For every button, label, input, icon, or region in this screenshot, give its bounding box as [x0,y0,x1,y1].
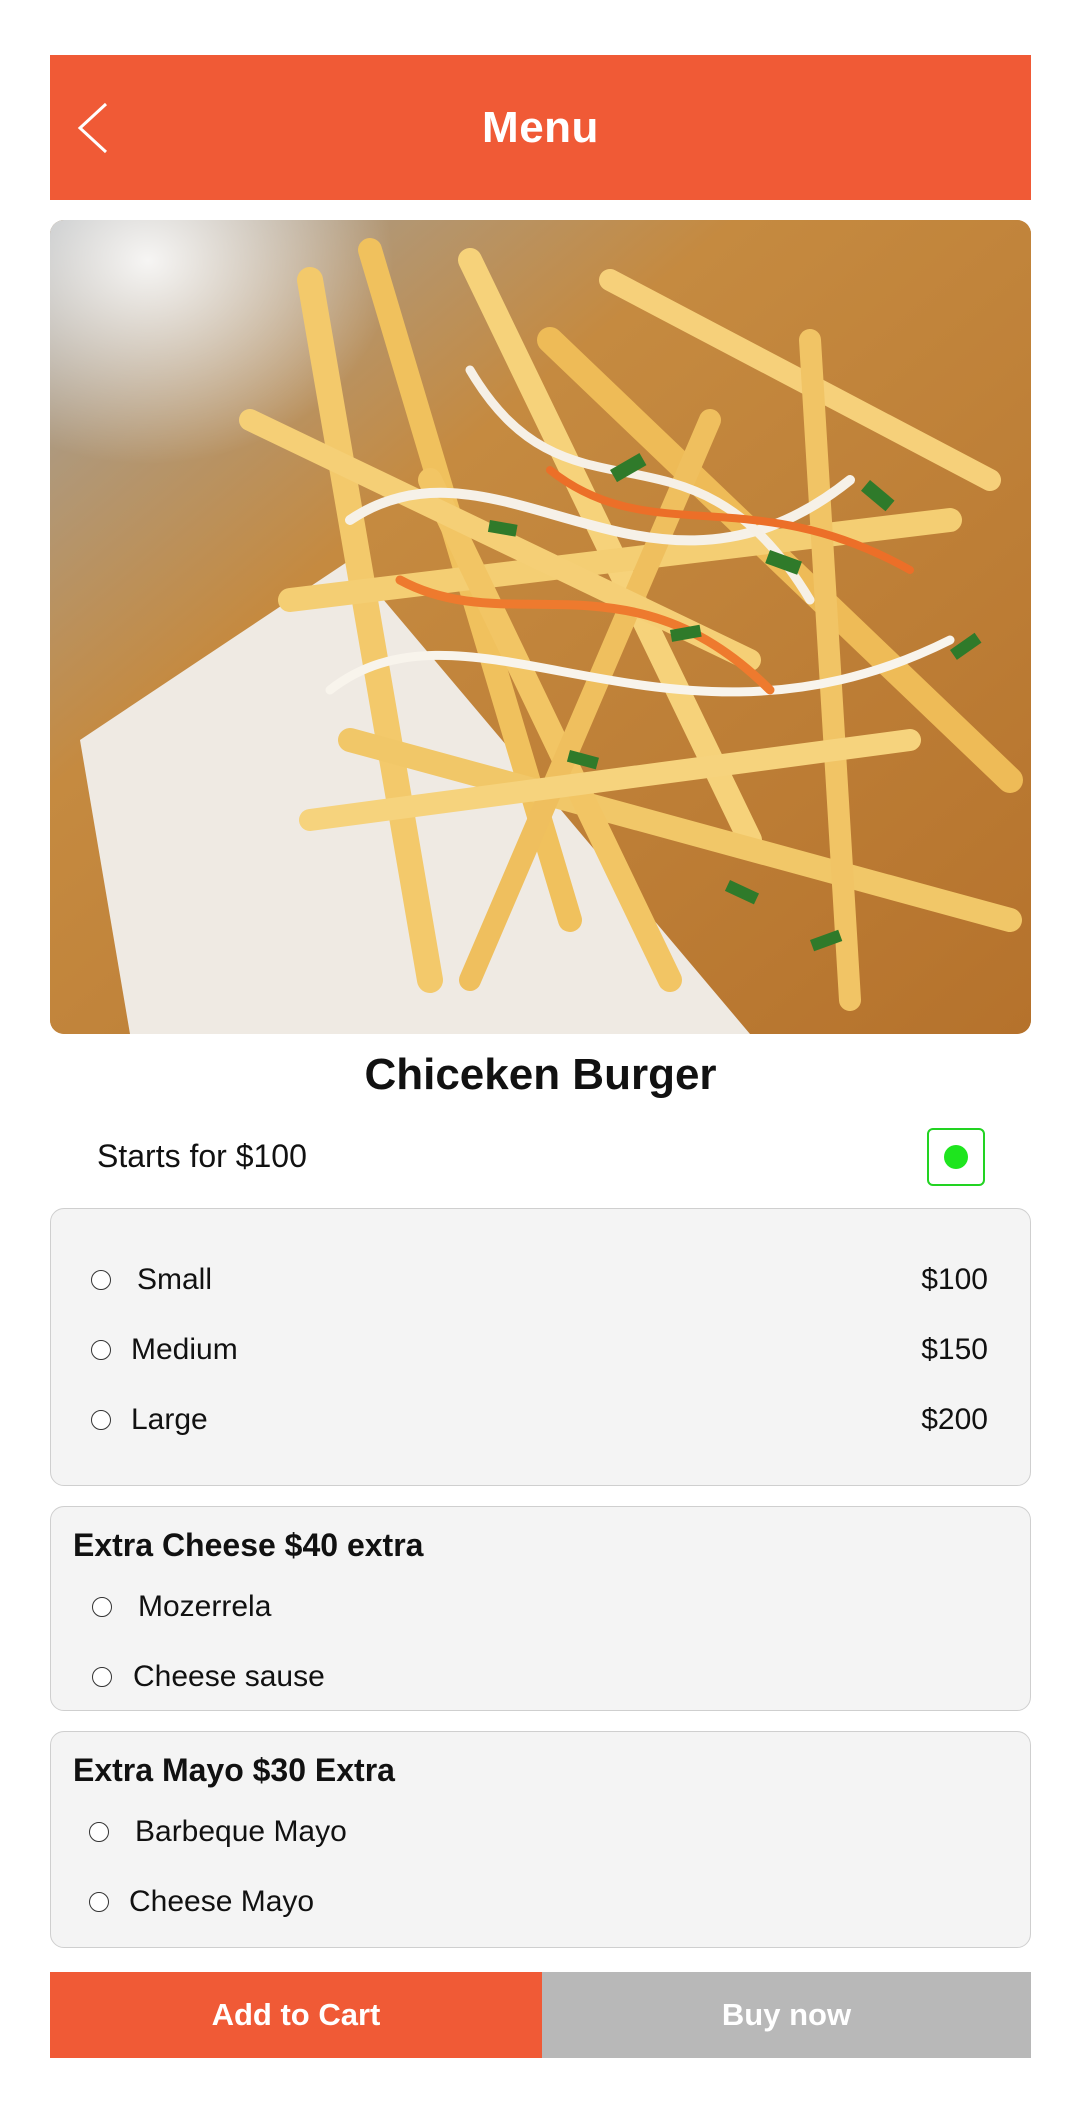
starting-price: Starts for $100 [97,1138,307,1174]
veg-dot-icon [944,1145,968,1169]
radio-button[interactable] [91,1410,111,1430]
option-price: $150 [921,1333,988,1366]
option-label: Medium [131,1333,238,1366]
size-option-small[interactable]: Small $100 [51,1258,1030,1302]
extra-mayo-card: Extra Mayo $30 Extra Barbeque Mayo Chees… [50,1731,1031,1948]
size-options-card: Small $100 Medium $150 Large $200 [50,1208,1031,1486]
extra-mayo-title: Extra Mayo $30 Extra [73,1752,395,1788]
option-price: $200 [921,1403,988,1436]
cheese-option-cheese-sauce[interactable]: Cheese sause [51,1655,1030,1699]
back-button[interactable] [70,98,114,158]
size-option-medium[interactable]: Medium $150 [51,1328,1030,1372]
radio-button[interactable] [91,1270,111,1290]
app-header: Menu [50,55,1031,200]
radio-button[interactable] [92,1597,112,1617]
radio-button[interactable] [89,1892,109,1912]
radio-button[interactable] [89,1822,109,1842]
product-image [50,220,1031,1034]
mayo-option-cheese-mayo[interactable]: Cheese Mayo [51,1880,1030,1924]
option-label: Barbeque Mayo [135,1815,347,1848]
buy-now-button[interactable]: Buy now [542,1972,1031,2058]
option-label: Small [137,1263,213,1296]
extra-cheese-card: Extra Cheese $40 extra Mozerrela Cheese … [50,1506,1031,1711]
product-name: Chiceken Burger [364,1050,717,1099]
option-label: Cheese Mayo [129,1885,315,1918]
mayo-option-barbeque[interactable]: Barbeque Mayo [51,1810,1030,1854]
option-label: Mozerrela [138,1590,272,1623]
chevron-left-icon [77,102,108,153]
page-title: Menu [482,102,599,152]
veg-indicator [927,1128,985,1186]
option-price: $100 [921,1263,988,1296]
cheese-option-mozzarella[interactable]: Mozerrela [51,1585,1030,1629]
option-label: Large [131,1403,208,1436]
radio-button[interactable] [91,1340,111,1360]
extra-cheese-title: Extra Cheese $40 extra [73,1527,424,1563]
radio-button[interactable] [92,1667,112,1687]
size-option-large[interactable]: Large $200 [51,1398,1030,1442]
option-label: Cheese sause [133,1660,325,1693]
add-to-cart-button[interactable]: Add to Cart [50,1972,542,2058]
